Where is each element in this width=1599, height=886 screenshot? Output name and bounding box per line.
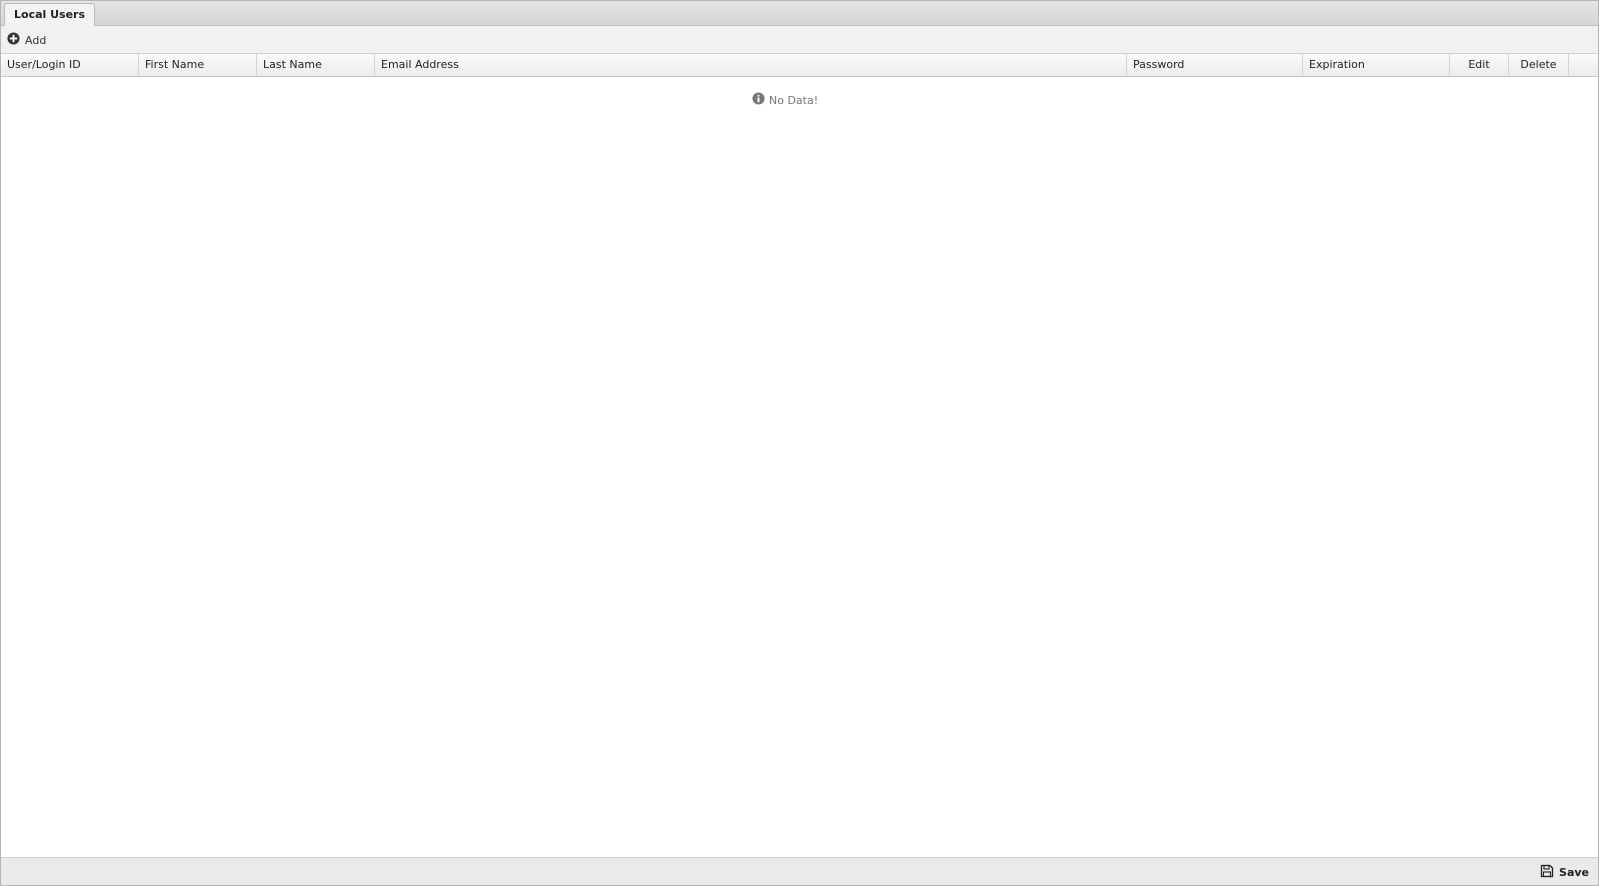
column-header-expiration[interactable]: Expiration xyxy=(1303,54,1450,76)
plus-circle-icon xyxy=(7,32,25,48)
tab-bar: Local Users xyxy=(1,1,1598,26)
column-header-edit[interactable]: Edit xyxy=(1450,54,1509,76)
floppy-disk-icon xyxy=(1540,864,1559,881)
empty-state-text: No Data! xyxy=(769,93,819,107)
add-button-label: Add xyxy=(25,33,47,47)
empty-state: No Data! xyxy=(752,92,818,108)
save-button-label: Save xyxy=(1559,866,1589,879)
add-button[interactable]: Add xyxy=(7,32,46,48)
tab-local-users[interactable]: Local Users xyxy=(4,3,96,26)
info-icon xyxy=(752,92,769,108)
toolbar: Add xyxy=(1,26,1598,54)
column-header-delete[interactable]: Delete xyxy=(1509,54,1569,76)
column-header-password[interactable]: Password xyxy=(1127,54,1303,76)
column-header-email-address[interactable]: Email Address xyxy=(375,54,1127,76)
grid-header: User/Login ID First Name Last Name Email… xyxy=(1,54,1598,77)
grid-body: No Data! xyxy=(1,77,1598,842)
save-button[interactable]: Save xyxy=(1540,864,1589,881)
column-header-last-name[interactable]: Last Name xyxy=(257,54,375,76)
column-header-first-name[interactable]: First Name xyxy=(139,54,257,76)
column-header-user-login-id[interactable]: User/Login ID xyxy=(1,54,139,76)
footer-bar: Save xyxy=(1,857,1598,885)
local-users-panel: Local Users Add User/Login ID First Name… xyxy=(0,0,1599,886)
